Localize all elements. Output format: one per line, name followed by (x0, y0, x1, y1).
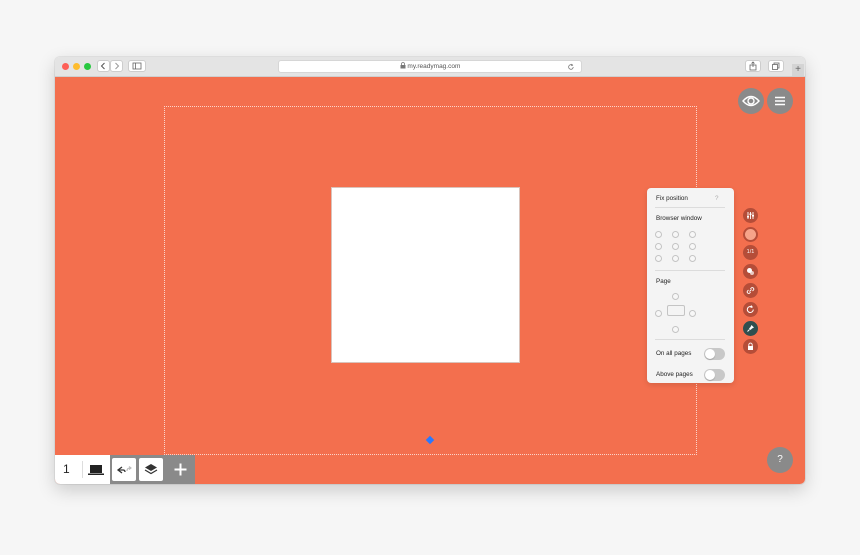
sidebar-button[interactable] (128, 60, 146, 72)
page-position-right[interactable] (689, 310, 696, 317)
ratio-button[interactable]: 1/1 (743, 245, 758, 260)
position-top-left[interactable] (655, 231, 662, 238)
tabs-button[interactable] (768, 60, 784, 72)
divider (655, 207, 725, 208)
sidebar-icon (132, 62, 142, 70)
tabs-icon (772, 62, 780, 70)
page-position-bottom[interactable] (672, 326, 679, 333)
edit-tools-group (110, 455, 195, 484)
browser-toolbar: my.readymag.com + (55, 57, 805, 77)
on-all-pages-toggle[interactable] (704, 348, 725, 360)
minimize-window-button[interactable] (73, 63, 80, 70)
page-position-left[interactable] (655, 310, 662, 317)
close-window-button[interactable] (62, 63, 69, 70)
plus-icon: + (795, 64, 801, 75)
position-top-center[interactable] (672, 231, 679, 238)
help-button[interactable]: ? (767, 447, 793, 473)
undo-redo-button[interactable] (112, 458, 136, 481)
fix-position-panel: Fix position ? Browser window Page On al… (647, 188, 734, 383)
layers-icon (144, 464, 158, 475)
chevron-right-icon (115, 62, 120, 70)
above-pages-toggle[interactable] (704, 369, 725, 381)
page-position-diagram (667, 305, 685, 316)
preview-button[interactable] (738, 88, 764, 114)
add-widget-button[interactable] (166, 455, 195, 484)
eye-icon (742, 95, 760, 107)
help-icon[interactable]: ? (715, 195, 719, 202)
address-bar[interactable]: my.readymag.com (278, 60, 582, 73)
zoom-window-button[interactable] (84, 63, 91, 70)
effects-button[interactable] (743, 264, 758, 279)
position-top-right[interactable] (689, 231, 696, 238)
browser-window-label: Browser window (656, 215, 702, 222)
link-button[interactable] (743, 283, 758, 298)
toggle-knob (705, 349, 715, 359)
rotate-button[interactable] (743, 302, 758, 317)
laptop-icon[interactable] (87, 463, 105, 477)
pin-icon (747, 325, 754, 332)
page-label: Page (656, 278, 671, 285)
effects-icon (747, 268, 754, 275)
position-bottom-right[interactable] (689, 255, 696, 262)
ratio-icon: 1/1 (746, 249, 755, 255)
share-button[interactable] (745, 60, 761, 72)
fill-color-icon (745, 229, 756, 240)
divider (655, 339, 725, 340)
fill-color-button[interactable] (743, 227, 758, 242)
white-rectangle-widget[interactable] (331, 187, 520, 363)
settings-button[interactable] (743, 208, 758, 223)
layers-button[interactable] (139, 458, 163, 481)
hamburger-icon (775, 96, 785, 106)
rotate-icon (746, 305, 754, 313)
bottom-toolbar: 1 (55, 455, 195, 484)
page-device-group: 1 (55, 455, 110, 484)
above-pages-label: Above pages (656, 371, 693, 378)
link-icon (746, 287, 755, 294)
forward-button[interactable] (110, 60, 123, 72)
position-middle-right[interactable] (689, 243, 696, 250)
toggle-knob (705, 370, 715, 380)
position-bottom-left[interactable] (655, 255, 662, 262)
lock-icon (748, 342, 753, 350)
back-button[interactable] (97, 60, 110, 72)
position-middle-left[interactable] (655, 243, 662, 250)
page-position-top[interactable] (672, 293, 679, 300)
chevron-left-icon (100, 62, 105, 70)
divider (655, 270, 725, 271)
share-icon (749, 61, 757, 71)
help-icon: ? (777, 454, 783, 465)
on-all-pages-label: On all pages (656, 350, 692, 357)
position-middle-center[interactable] (672, 243, 679, 250)
pin-button[interactable] (743, 321, 758, 336)
plus-icon (174, 463, 187, 476)
new-tab-button[interactable]: + (792, 64, 804, 76)
browser-window: my.readymag.com + Fix position ? Browser… (55, 57, 805, 484)
lock-button[interactable] (743, 339, 758, 354)
lock-icon (400, 62, 406, 69)
menu-button[interactable] (767, 88, 793, 114)
reload-icon[interactable] (567, 63, 575, 71)
undo-icon (116, 466, 132, 474)
url-text: my.readymag.com (407, 63, 461, 70)
settings-sliders-icon (747, 212, 754, 219)
divider (82, 461, 83, 478)
panel-title: Fix position (656, 195, 688, 202)
position-bottom-center[interactable] (672, 255, 679, 262)
editor-canvas[interactable]: Fix position ? Browser window Page On al… (55, 77, 805, 484)
page-number[interactable]: 1 (63, 455, 70, 484)
